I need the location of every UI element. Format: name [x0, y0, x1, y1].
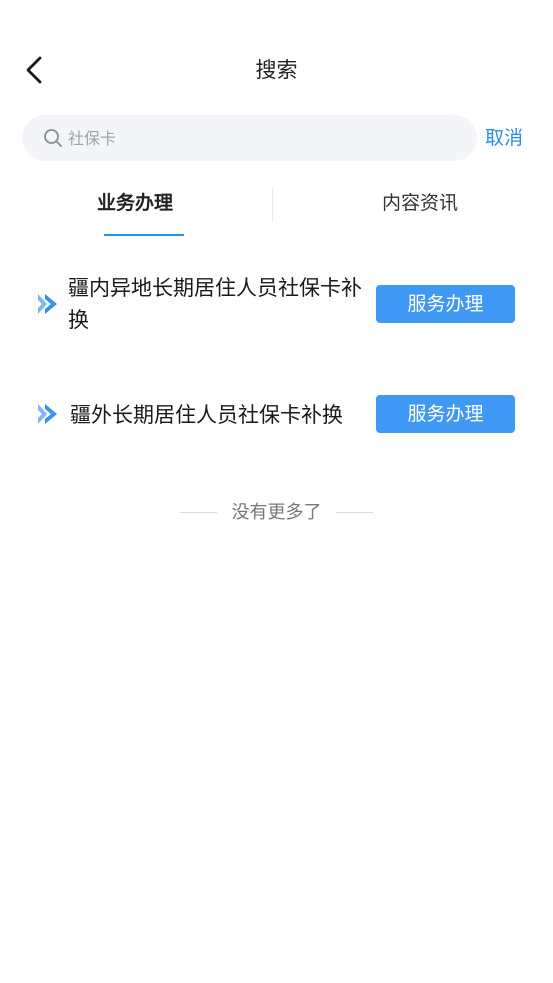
service-button[interactable]: 服务办理 — [376, 395, 515, 433]
tab-business[interactable]: 业务办理 — [0, 180, 272, 238]
list-item[interactable]: 疆内异地长期居住人员社保卡补换 服务办理 — [0, 260, 553, 350]
divider-line — [336, 512, 373, 513]
tab-news[interactable]: 内容资讯 — [275, 180, 553, 238]
search-bar: 取消 — [22, 115, 532, 161]
double-chevron-right-icon — [38, 294, 57, 314]
tab-label: 业务办理 — [96, 192, 173, 214]
list-item[interactable]: 疆外长期居住人员社保卡补换 服务办理 — [0, 385, 553, 445]
tab-divider — [272, 188, 273, 222]
search-icon — [44, 129, 62, 147]
no-more-text: 没有更多了 — [231, 502, 322, 523]
cancel-button[interactable]: 取消 — [485, 115, 523, 161]
search-input[interactable] — [68, 115, 458, 161]
service-title: 疆内异地长期居住人员社保卡补换 — [68, 276, 362, 332]
nav-bar: 搜索 — [0, 40, 553, 100]
page-title: 搜索 — [255, 58, 298, 82]
search-box[interactable] — [22, 115, 477, 161]
active-tab-indicator — [104, 234, 184, 236]
tab-label: 内容资讯 — [381, 192, 458, 214]
service-button[interactable]: 服务办理 — [376, 285, 515, 323]
search-page: 搜索 取消 业务办理 内容资讯 疆内异地长期居住人员社保卡补换 服 — [0, 0, 553, 983]
divider-line — [180, 512, 217, 513]
list-end-marker: 没有更多了 — [0, 498, 553, 528]
double-chevron-right-icon — [38, 404, 57, 424]
service-title: 疆外长期居住人员社保卡补换 — [70, 403, 343, 427]
tab-bar: 业务办理 内容资讯 — [0, 180, 553, 238]
